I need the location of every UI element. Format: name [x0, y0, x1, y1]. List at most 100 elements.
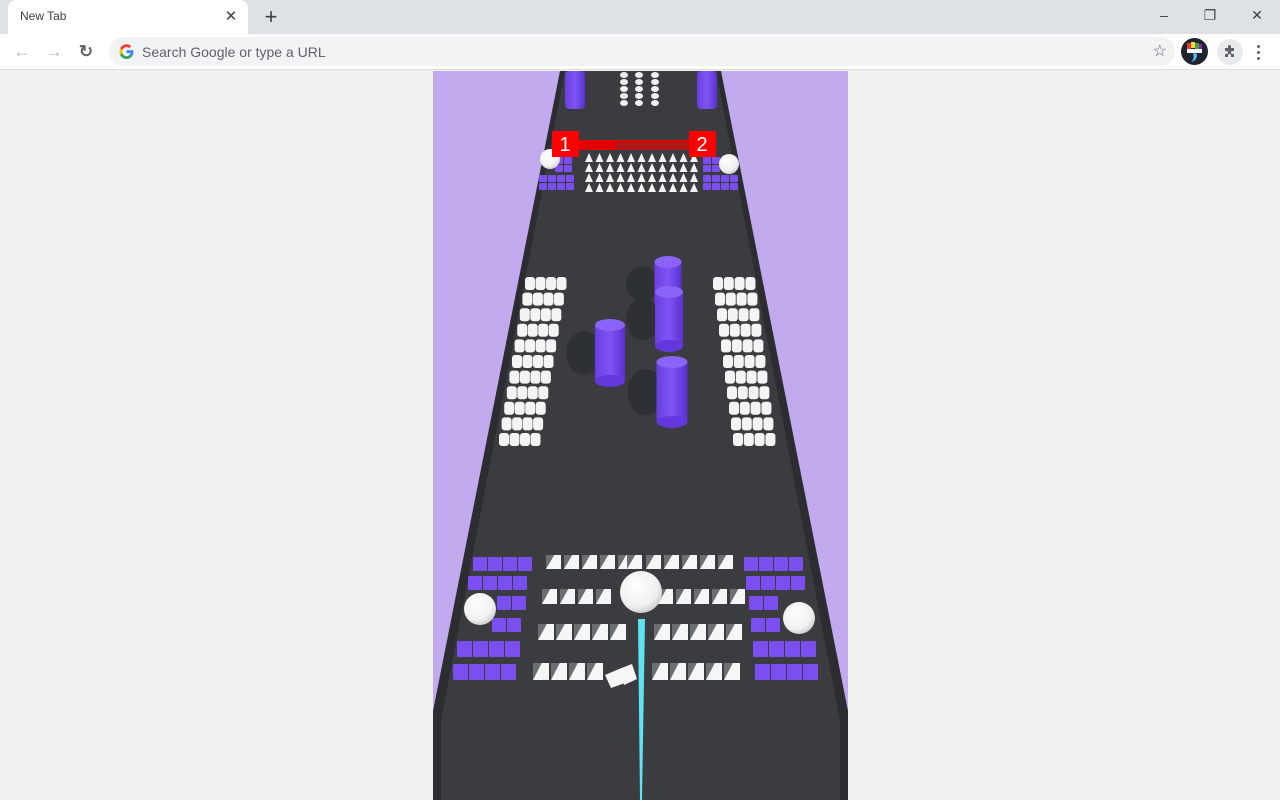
far-pin	[651, 86, 659, 92]
far-pin	[635, 79, 643, 85]
purple-cube	[801, 641, 816, 657]
purple-cube	[769, 641, 784, 657]
back-button[interactable]: ←	[8, 38, 36, 66]
game-scene[interactable]: 1 2	[433, 71, 848, 800]
purple-cube	[557, 175, 565, 182]
white-pin	[519, 370, 530, 384]
purple-cylinder	[655, 292, 683, 346]
purple-cube	[503, 557, 517, 571]
purple-cube	[803, 664, 818, 680]
menu-dot	[1256, 56, 1260, 60]
white-pin	[731, 417, 741, 431]
omnibox-input[interactable]: Search Google or type a URL	[142, 44, 326, 60]
white-pin	[535, 277, 546, 290]
white-pin	[525, 401, 536, 415]
minimize-icon: –	[1160, 7, 1168, 23]
forward-button[interactable]: →	[40, 38, 68, 66]
gate-label-right: 2	[696, 134, 707, 156]
white-ball	[783, 602, 815, 634]
white-pin	[741, 417, 752, 431]
extensions-button[interactable]	[1217, 39, 1243, 65]
white-pin	[530, 308, 541, 322]
purple-cube	[492, 618, 506, 632]
white-pin	[725, 292, 736, 306]
white-pin	[747, 292, 758, 306]
white-pin	[533, 417, 544, 431]
white-pin	[509, 370, 520, 384]
far-pin	[635, 86, 643, 92]
purple-cube	[749, 596, 763, 610]
far-pin	[651, 100, 659, 106]
white-pin	[525, 277, 535, 290]
white-pin	[742, 339, 753, 353]
white-pin	[723, 355, 733, 368]
game-canvas[interactable]: 1 2	[433, 71, 848, 800]
white-pin	[739, 401, 750, 415]
gate-label-left: 1	[559, 134, 570, 156]
white-pin	[540, 308, 551, 322]
purple-cube	[703, 165, 711, 172]
close-icon[interactable]: ✕	[222, 8, 240, 26]
white-pin	[753, 339, 764, 353]
white-pin	[538, 386, 549, 400]
white-pin	[551, 308, 562, 322]
white-pin	[744, 355, 755, 368]
far-cylinder	[697, 71, 717, 109]
far-pin	[635, 100, 643, 106]
white-pin	[736, 292, 747, 306]
forward-arrow-icon: →	[45, 42, 63, 61]
white-pin	[743, 433, 754, 446]
purple-cylinder	[656, 362, 688, 422]
white-pin	[729, 401, 739, 415]
white-pin	[514, 401, 525, 415]
page-viewport: 1 2	[0, 71, 1280, 800]
white-pin	[735, 370, 746, 384]
white-pin	[737, 386, 748, 400]
purple-cylinder-top	[595, 319, 625, 331]
chrome-menu-button[interactable]	[1250, 40, 1266, 64]
tab-new-tab[interactable]: New Tab ✕	[8, 0, 248, 34]
omnibox[interactable]: Search Google or type a URL ☆	[109, 37, 1175, 66]
white-pin	[761, 401, 772, 415]
purple-cube	[712, 175, 720, 182]
far-pin	[620, 93, 628, 99]
white-pin	[763, 417, 774, 431]
profile-avatar-icon	[1187, 42, 1202, 62]
white-pin	[512, 355, 522, 368]
white-pin	[533, 355, 543, 368]
bookmark-star-icon[interactable]: ☆	[1153, 41, 1167, 61]
restore-button[interactable]: ❐	[1187, 0, 1233, 30]
white-pin	[717, 308, 727, 322]
purple-cube	[548, 183, 556, 190]
white-pin	[499, 433, 509, 446]
cylinder-shadow	[626, 298, 660, 340]
white-pin	[727, 308, 738, 322]
white-pin	[535, 401, 546, 415]
white-pin	[517, 323, 528, 337]
browser-toolbar: ← → ↻ Search Google or type a URL ☆	[0, 34, 1280, 70]
close-window-button[interactable]: ✕	[1234, 0, 1280, 30]
white-pin	[546, 277, 556, 290]
new-tab-button[interactable]: +	[259, 5, 283, 29]
purple-cylinder-base	[655, 340, 683, 352]
profile-avatar[interactable]	[1181, 38, 1208, 65]
purple-cube	[785, 641, 800, 657]
minimize-button[interactable]: –	[1141, 0, 1187, 30]
purple-cube	[564, 157, 572, 164]
cylinder-shadow	[625, 266, 659, 301]
white-pin	[540, 370, 551, 384]
reload-button[interactable]: ↻	[72, 38, 100, 66]
purple-cube	[712, 157, 720, 164]
white-pin	[715, 292, 725, 306]
purple-cylinder-base	[656, 416, 688, 428]
white-pin	[548, 323, 559, 337]
purple-cube	[501, 664, 516, 680]
purple-cube	[712, 165, 720, 172]
white-pin	[731, 339, 742, 353]
purple-cube	[730, 175, 738, 182]
menu-dot	[1256, 50, 1260, 54]
purple-cylinder-top	[656, 356, 688, 368]
purple-cube	[469, 664, 484, 680]
white-pin	[721, 339, 731, 353]
far-pin	[620, 100, 628, 106]
